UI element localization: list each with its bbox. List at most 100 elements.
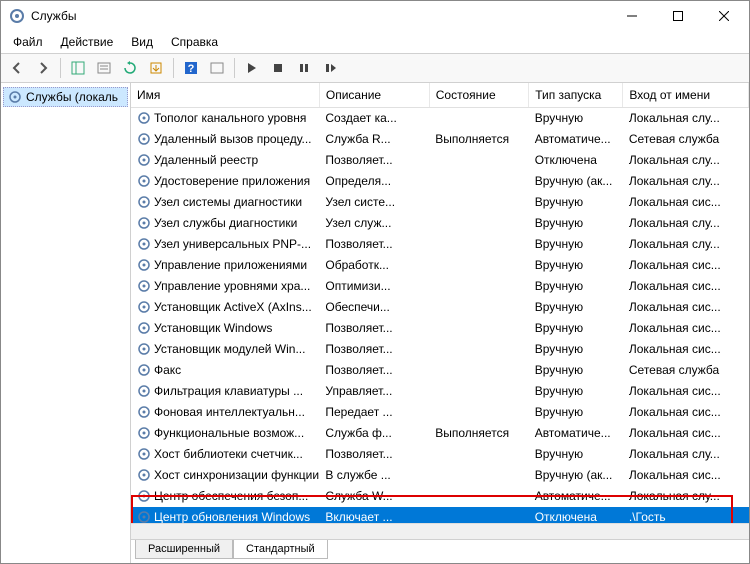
table-row[interactable]: Хост библиотеки счетчик...Позволяет...Вр… <box>131 444 749 465</box>
table-row[interactable]: Установщик WindowsПозволяет...ВручнуюЛок… <box>131 318 749 339</box>
window-title: Службы <box>31 9 609 23</box>
cell-startup: Вручную <box>529 339 623 360</box>
cell-state <box>429 192 528 213</box>
service-name: Управление уровнями хра... <box>154 279 310 293</box>
cell-state <box>429 486 528 507</box>
service-name: Центр обновления Windows <box>154 510 310 524</box>
cell-state <box>429 297 528 318</box>
cell-startup: Отключена <box>529 507 623 524</box>
column-header-startup[interactable]: Тип запуска <box>529 83 623 108</box>
help-button[interactable]: ? <box>179 56 203 80</box>
cell-startup: Автоматиче... <box>529 129 623 150</box>
service-name: Управление приложениями <box>154 258 307 272</box>
service-name: Центр обеспечения безоп... <box>154 489 308 503</box>
cell-description: Позволяет... <box>319 150 429 171</box>
service-name: Хост библиотеки счетчик... <box>154 447 303 461</box>
cell-state: Выполняется <box>429 129 528 150</box>
cell-state <box>429 444 528 465</box>
cell-description: Оптимизи... <box>319 276 429 297</box>
cell-state <box>429 255 528 276</box>
menu-action[interactable]: Действие <box>53 33 122 51</box>
gear-icon <box>137 447 151 461</box>
cell-state <box>429 381 528 402</box>
pause-service-button[interactable] <box>292 56 316 80</box>
start-service-button[interactable] <box>240 56 264 80</box>
cell-startup: Вручную <box>529 360 623 381</box>
cell-logon: Локальная сис... <box>623 423 749 444</box>
action-button[interactable] <box>205 56 229 80</box>
cell-logon: .\Гость <box>623 507 749 524</box>
cell-logon: Сетевая служба <box>623 360 749 381</box>
cell-name: Хост синхронизации функции <box>131 465 319 485</box>
table-row[interactable]: Узел системы диагностикиУзел систе...Вру… <box>131 192 749 213</box>
cell-name: Тополог канального уровня <box>131 108 319 128</box>
cell-state <box>429 360 528 381</box>
table-row[interactable]: Функциональные возмож...Служба ф...Выпол… <box>131 423 749 444</box>
cell-name: Установщик модулей Win... <box>131 339 319 359</box>
show-hide-tree-button[interactable] <box>66 56 90 80</box>
services-list[interactable]: Имя Описание Состояние Тип запуска Вход … <box>131 83 749 523</box>
maximize-button[interactable] <box>655 1 701 31</box>
restart-service-button[interactable] <box>318 56 342 80</box>
refresh-button[interactable] <box>118 56 142 80</box>
minimize-button[interactable] <box>609 1 655 31</box>
content-area: Службы (локаль Имя Описание Состояние Ти… <box>1 83 749 563</box>
cell-name: Фильтрация клавиатуры ... <box>131 381 319 401</box>
cell-name: Фоновая интеллектуальн... <box>131 402 319 422</box>
menu-file[interactable]: Файл <box>5 33 51 51</box>
cell-logon: Локальная сис... <box>623 255 749 276</box>
table-row[interactable]: Установщик модулей Win...Позволяет...Вру… <box>131 339 749 360</box>
cell-description: Управляет... <box>319 381 429 402</box>
close-button[interactable] <box>701 1 747 31</box>
table-row[interactable]: Хост синхронизации функцииВ службе ...Вр… <box>131 465 749 486</box>
table-row[interactable]: Фильтрация клавиатуры ...Управляет...Вру… <box>131 381 749 402</box>
gear-icon <box>137 153 151 167</box>
service-name: Тополог канального уровня <box>154 111 306 125</box>
cell-description: Включает ... <box>319 507 429 524</box>
table-row[interactable]: Управление приложениямиОбработк...Вручну… <box>131 255 749 276</box>
table-row[interactable]: Фоновая интеллектуальн...Передает ...Вру… <box>131 402 749 423</box>
table-row[interactable]: Удаленный вызов процеду...Служба R...Вып… <box>131 129 749 150</box>
table-row[interactable]: Установщик ActiveX (AxIns...Обеспечи...В… <box>131 297 749 318</box>
column-header-logon[interactable]: Вход от имени <box>623 83 749 108</box>
service-name: Хост синхронизации функции <box>154 468 319 482</box>
properties-button[interactable] <box>92 56 116 80</box>
svg-text:?: ? <box>188 63 195 75</box>
tab-extended[interactable]: Расширенный <box>135 540 233 559</box>
cell-startup: Вручную (ак... <box>529 171 623 192</box>
gear-icon <box>137 342 151 356</box>
export-button[interactable] <box>144 56 168 80</box>
table-row[interactable]: Узел службы диагностикиУзел служ...Вручн… <box>131 213 749 234</box>
gear-icon <box>137 279 151 293</box>
stop-service-button[interactable] <box>266 56 290 80</box>
tree-node-services[interactable]: Службы (локаль <box>3 87 128 107</box>
menu-help[interactable]: Справка <box>163 33 226 51</box>
cell-name: Удостоверение приложения <box>131 171 319 191</box>
cell-state <box>429 339 528 360</box>
cell-startup: Отключена <box>529 150 623 171</box>
menu-view[interactable]: Вид <box>123 33 161 51</box>
main-panel: Имя Описание Состояние Тип запуска Вход … <box>131 83 749 563</box>
tab-standard[interactable]: Стандартный <box>233 540 328 559</box>
cell-logon: Локальная сис... <box>623 318 749 339</box>
column-header-description[interactable]: Описание <box>319 83 429 108</box>
table-row[interactable]: Узел универсальных PNP-...Позволяет...Вр… <box>131 234 749 255</box>
table-row[interactable]: Тополог канального уровняСоздает ка...Вр… <box>131 108 749 129</box>
cell-logon: Локальная сис... <box>623 276 749 297</box>
back-button[interactable] <box>5 56 29 80</box>
cell-name: Управление приложениями <box>131 255 319 275</box>
column-header-state[interactable]: Состояние <box>429 83 528 108</box>
column-header-name[interactable]: Имя <box>131 83 319 108</box>
table-row[interactable]: Удаленный реестрПозволяет...ОтключенаЛок… <box>131 150 749 171</box>
table-row[interactable]: Управление уровнями хра...Оптимизи...Вру… <box>131 276 749 297</box>
table-row[interactable]: ФаксПозволяет...ВручнуюСетевая служба <box>131 360 749 381</box>
table-row[interactable]: Удостоверение приложенияОпределя...Вручн… <box>131 171 749 192</box>
cell-logon: Локальная сис... <box>623 381 749 402</box>
table-row[interactable]: Центр обеспечения безоп...Служба W...Авт… <box>131 486 749 507</box>
horizontal-scrollbar[interactable] <box>131 523 749 539</box>
forward-button[interactable] <box>31 56 55 80</box>
gear-icon <box>137 258 151 272</box>
cell-description: Позволяет... <box>319 360 429 381</box>
sidebar: Службы (локаль <box>1 83 131 563</box>
table-row[interactable]: Центр обновления Windows Включает ... Откл… <box>131 507 749 524</box>
